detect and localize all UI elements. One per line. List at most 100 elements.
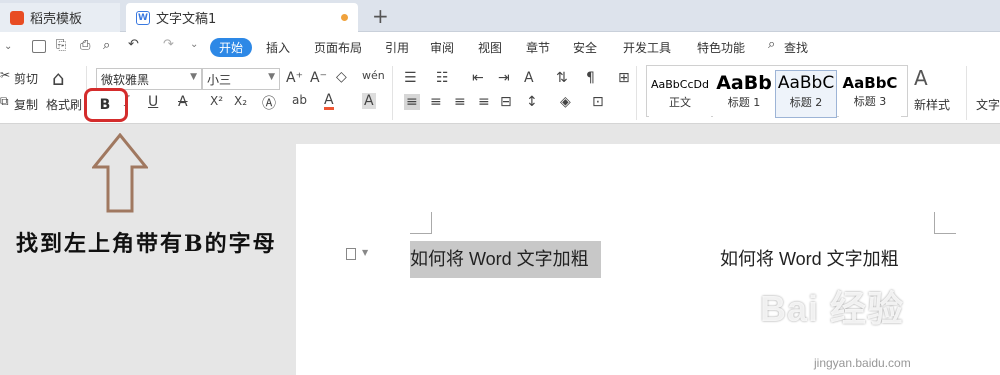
font-size-select[interactable]: 小三 ▼ bbox=[202, 68, 280, 90]
font-size-value: 小三 bbox=[207, 73, 232, 87]
style-name: 标题 2 bbox=[789, 96, 823, 109]
line-spacing-icon[interactable]: ↕ bbox=[526, 94, 538, 110]
text-tools-button[interactable]: 文字 bbox=[976, 96, 1000, 113]
new-tab-button[interactable]: + bbox=[372, 4, 389, 28]
save-icon[interactable] bbox=[32, 40, 46, 53]
divider bbox=[636, 66, 637, 120]
menu-view[interactable]: 视图 bbox=[478, 39, 502, 56]
baidu-watermark: Bai 经验 bbox=[760, 288, 905, 329]
strikethrough-button[interactable]: A bbox=[178, 94, 188, 110]
shading-icon[interactable]: ◈ bbox=[560, 94, 571, 110]
bold-highlight-ring bbox=[84, 88, 128, 122]
increase-indent-icon[interactable]: ⇥ bbox=[498, 70, 510, 86]
align-right-icon[interactable]: ≡ bbox=[454, 94, 466, 110]
decrease-indent-icon[interactable]: ⇤ bbox=[472, 70, 484, 86]
distribute-icon[interactable]: ⊟ bbox=[500, 94, 512, 110]
export-icon[interactable]: ⎘ bbox=[56, 38, 66, 53]
subscript-button[interactable]: X₂ bbox=[234, 94, 247, 108]
tab-label: 文字文稿1 bbox=[156, 12, 217, 27]
highlight-color-icon[interactable]: ab bbox=[292, 93, 307, 107]
font-color-icon[interactable]: A bbox=[324, 93, 334, 110]
justify-icon[interactable]: ≡ bbox=[478, 94, 490, 110]
numbered-list-icon[interactable]: ☷ bbox=[436, 70, 449, 86]
text-effect-icon[interactable]: Ⓐ bbox=[262, 93, 276, 113]
search-icon[interactable]: ⌕ bbox=[768, 37, 775, 52]
menu-page-layout[interactable]: 页面布局 bbox=[314, 39, 362, 56]
chinese-layout-icon[interactable]: A bbox=[524, 70, 534, 86]
document-text[interactable]: 如何将 Word 文字加粗 bbox=[720, 245, 899, 271]
style-sample: AaBbC bbox=[842, 74, 898, 92]
style-normal[interactable]: AaBbCcDd 正文 bbox=[649, 70, 711, 118]
sort-icon[interactable]: ⇅ bbox=[556, 70, 568, 86]
style-heading-2[interactable]: AaBbC 标题 2 bbox=[775, 70, 837, 118]
up-arrow-icon bbox=[92, 133, 148, 213]
show-marks-icon[interactable]: ¶ bbox=[586, 70, 595, 86]
format-painter-button[interactable]: 格式刷 bbox=[46, 96, 82, 113]
margin-corner-mark bbox=[934, 212, 956, 234]
chevron-down-icon[interactable]: ⌄ bbox=[190, 39, 198, 50]
copy-button[interactable]: 复制 bbox=[14, 96, 38, 113]
menu-home[interactable]: 开始 bbox=[210, 38, 253, 57]
tab-document-1[interactable]: W 文字文稿1 bbox=[126, 3, 358, 32]
style-name: 正文 bbox=[669, 96, 691, 109]
style-gallery: AaBbCcDd 正文 AaBb 标题 1 AaBbC 标题 2 AaBbC 标… bbox=[646, 65, 908, 118]
font-name-value: 微软雅黑 bbox=[101, 73, 150, 87]
font-name-select[interactable]: 微软雅黑 ▼ bbox=[96, 68, 202, 90]
redo-icon[interactable]: ↷ bbox=[163, 37, 174, 52]
word-doc-icon: W bbox=[136, 10, 150, 25]
shrink-font-icon[interactable]: A⁻ bbox=[310, 70, 327, 86]
instruction-caption: 找到左上角带有B的字母 bbox=[16, 231, 277, 257]
borders-icon[interactable]: ⊡ bbox=[592, 94, 604, 110]
menu-insert[interactable]: 插入 bbox=[266, 39, 290, 56]
style-sample: AaBbC bbox=[777, 73, 835, 93]
format-painter-icon[interactable]: ⌂ bbox=[52, 66, 65, 90]
underline-button[interactable]: U bbox=[148, 94, 158, 110]
chevron-down-icon[interactable]: ▼ bbox=[362, 248, 368, 257]
clear-format-icon[interactable]: ◇ bbox=[336, 69, 347, 85]
style-heading-1[interactable]: AaBb 标题 1 bbox=[713, 70, 775, 118]
cut-button[interactable]: 剪切 bbox=[14, 70, 38, 87]
menu-chapter[interactable]: 章节 bbox=[526, 39, 550, 56]
new-style-button[interactable]: 新样式 bbox=[914, 96, 950, 113]
menu-security[interactable]: 安全 bbox=[573, 39, 597, 56]
superscript-button[interactable]: X² bbox=[210, 94, 223, 108]
table-border-icon[interactable]: ⊞ bbox=[618, 70, 630, 86]
divider bbox=[392, 66, 393, 120]
paragraph-handle-icon[interactable] bbox=[346, 248, 356, 260]
menu-special-features[interactable]: 特色功能 bbox=[697, 39, 745, 56]
grow-font-icon[interactable]: A⁺ bbox=[286, 70, 303, 86]
chevron-down-icon: ▼ bbox=[190, 72, 197, 82]
undo-icon[interactable]: ↶ bbox=[128, 37, 139, 52]
style-name: 标题 1 bbox=[727, 96, 761, 109]
chevron-down-icon[interactable]: ⌄ bbox=[4, 41, 12, 52]
divider bbox=[966, 66, 967, 120]
menu-search[interactable]: 查找 bbox=[784, 39, 808, 56]
style-name: 标题 3 bbox=[853, 95, 887, 108]
unsaved-dot-icon bbox=[341, 14, 348, 21]
fire-icon bbox=[10, 10, 24, 25]
align-center-icon[interactable]: ≡ bbox=[430, 94, 442, 110]
phonetic-guide-icon[interactable]: wén bbox=[362, 69, 385, 82]
preview-icon[interactable]: ⌕ bbox=[103, 38, 110, 53]
menu-developer[interactable]: 开发工具 bbox=[623, 39, 671, 56]
style-sample: AaBbCcDd bbox=[651, 78, 709, 91]
tab-bar: 稻壳模板 W 文字文稿1 + bbox=[0, 0, 1000, 32]
watermark-url: jingyan.baidu.com bbox=[814, 356, 911, 370]
scissors-icon[interactable]: ✂ bbox=[0, 68, 10, 82]
menu-bar: ⌄ ⎘ ⎙ ⌕ ↶ ↷ ⌄ 开始 插入 页面布局 引用 审阅 视图 章节 安全 … bbox=[0, 32, 1000, 62]
bullet-list-icon[interactable]: ☰ bbox=[404, 70, 417, 86]
menu-references[interactable]: 引用 bbox=[385, 39, 409, 56]
new-style-icon[interactable]: A bbox=[914, 66, 928, 90]
copy-icon[interactable]: ⧉ bbox=[0, 94, 9, 109]
chevron-down-icon: ▼ bbox=[268, 72, 275, 82]
style-heading-3[interactable]: AaBbC 标题 3 bbox=[839, 70, 901, 118]
menu-review[interactable]: 审阅 bbox=[430, 39, 454, 56]
tab-label: 稻壳模板 bbox=[30, 12, 83, 27]
style-sample: AaBb bbox=[716, 72, 772, 94]
tab-docer-templates[interactable]: 稻壳模板 bbox=[0, 3, 120, 32]
char-shading-icon[interactable]: A bbox=[362, 93, 376, 109]
align-left-icon[interactable]: ≡ bbox=[404, 94, 420, 110]
margin-corner-mark bbox=[410, 212, 432, 234]
print-icon[interactable]: ⎙ bbox=[80, 38, 90, 53]
selected-text[interactable]: 如何将 Word 文字加粗 bbox=[410, 241, 601, 278]
